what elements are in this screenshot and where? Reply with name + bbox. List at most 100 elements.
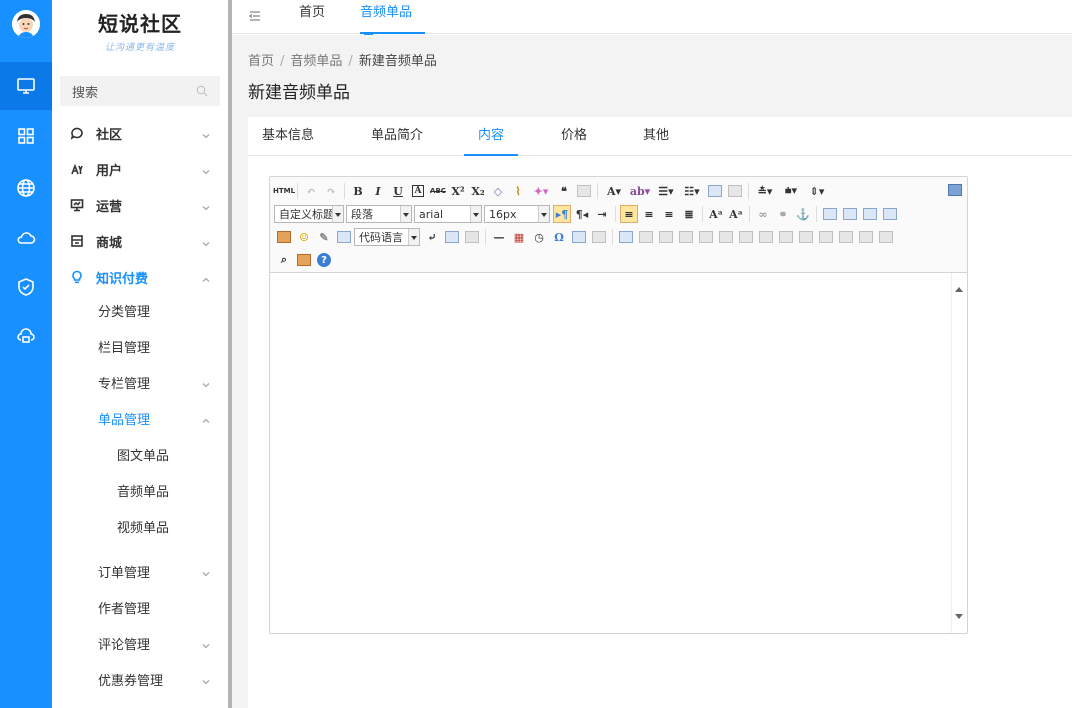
avatar[interactable]	[12, 10, 40, 38]
paragraph-select[interactable]: 段落	[346, 205, 412, 223]
scrawl-icon[interactable]: ✎	[315, 228, 333, 246]
paste-plain-icon[interactable]	[575, 182, 593, 200]
sub-item-authors[interactable]: 作者管理	[52, 589, 228, 625]
tab-intro[interactable]: 单品简介	[357, 117, 437, 156]
direction-ltr-icon[interactable]: ▸¶	[553, 205, 571, 223]
tab-basic-info[interactable]: 基本信息	[248, 117, 328, 156]
menu-item-store[interactable]: 商城	[52, 223, 228, 259]
redo-icon[interactable]: ↷	[322, 182, 340, 200]
clear-doc-icon[interactable]	[726, 182, 744, 200]
tab-price[interactable]: 价格	[547, 117, 601, 156]
format-brush-icon[interactable]: ⌇	[509, 182, 527, 200]
image-center-icon[interactable]	[881, 205, 899, 223]
emotion-icon[interactable]: ☺	[295, 228, 313, 246]
shield-icon[interactable]	[0, 263, 52, 311]
menu-item-community[interactable]: 社区	[52, 115, 228, 151]
strikethrough-icon[interactable]: ABC	[429, 182, 447, 200]
font-size-select[interactable]: 16px	[484, 205, 550, 223]
delete-col-icon[interactable]	[737, 228, 755, 246]
font-family-select[interactable]: arial	[414, 205, 482, 223]
code-language-select[interactable]: 代码语言	[354, 228, 420, 246]
sub-item-comments[interactable]: 评论管理	[52, 625, 228, 661]
lowercase-icon[interactable]: Aᵃ	[727, 205, 745, 223]
eraser-icon[interactable]: ◇	[489, 182, 507, 200]
date-icon[interactable]: ▦	[510, 228, 528, 246]
menu-item-knowledge-pay[interactable]: 知识付费	[52, 259, 228, 295]
sub-item-image-text[interactable]: 图文单品	[52, 436, 228, 472]
align-right-icon[interactable]: ≡	[660, 205, 678, 223]
align-justify-icon[interactable]: ≣	[680, 205, 698, 223]
help-icon[interactable]: ?	[315, 251, 333, 269]
split-cells-icon[interactable]	[817, 228, 835, 246]
merge-cells-icon[interactable]	[757, 228, 775, 246]
split-cols-icon[interactable]	[857, 228, 875, 246]
merge-down-icon[interactable]	[797, 228, 815, 246]
heading-select[interactable]: 自定义标题	[274, 205, 344, 223]
charts-icon[interactable]	[877, 228, 895, 246]
subscript-icon[interactable]: X₂	[469, 182, 487, 200]
breadcrumb-home[interactable]: 首页	[248, 54, 274, 69]
html-source-button[interactable]: HTML	[273, 182, 295, 200]
monitor-icon[interactable]	[0, 62, 52, 110]
cloud-print-icon[interactable]	[0, 312, 52, 360]
sub-item-orders[interactable]: 订单管理	[52, 553, 228, 589]
background-icon[interactable]	[463, 228, 481, 246]
special-chars-icon[interactable]: Ω	[550, 228, 568, 246]
insert-paragraph-before-table-icon[interactable]	[657, 228, 675, 246]
uppercase-icon[interactable]: Aᵃ	[707, 205, 725, 223]
image-none-icon[interactable]	[821, 205, 839, 223]
align-left-icon[interactable]: ≡	[620, 205, 638, 223]
superscript-icon[interactable]: X²	[449, 182, 467, 200]
time-icon[interactable]: ◷	[530, 228, 548, 246]
cloud-icon[interactable]	[0, 214, 52, 262]
merge-right-icon[interactable]	[777, 228, 795, 246]
bold-icon[interactable]: B	[349, 182, 367, 200]
insert-row-icon[interactable]	[677, 228, 695, 246]
menu-item-operations[interactable]: 运营	[52, 187, 228, 223]
insert-table-icon[interactable]	[617, 228, 635, 246]
undo-icon[interactable]: ↶	[302, 182, 320, 200]
underline-icon[interactable]: U	[389, 182, 407, 200]
insert-frame-icon[interactable]	[335, 228, 353, 246]
tab-home[interactable]: 首页	[299, 0, 325, 34]
globe-icon[interactable]	[0, 164, 52, 212]
horizontal-rule-icon[interactable]: —	[490, 228, 508, 246]
template-icon[interactable]	[443, 228, 461, 246]
page-break-icon[interactable]: ⤶	[423, 228, 441, 246]
scroll-up-icon[interactable]	[955, 283, 963, 292]
select-all-icon[interactable]	[706, 182, 724, 200]
menu-item-users[interactable]: 用户	[52, 151, 228, 187]
sub-item-single[interactable]: 单品管理	[52, 400, 228, 436]
scroll-down-icon[interactable]	[955, 614, 963, 623]
blockquote-icon[interactable]: ❝	[555, 182, 573, 200]
direction-rtl-icon[interactable]: ¶◂	[573, 205, 591, 223]
sub-item-column[interactable]: 栏目管理	[52, 328, 228, 364]
search-replace-icon[interactable]: ⌕	[275, 251, 293, 269]
sub-item-special[interactable]: 专栏管理	[52, 364, 228, 400]
auto-format-icon[interactable]: ✦▾	[529, 182, 553, 200]
insert-col-icon[interactable]	[717, 228, 735, 246]
delete-row-icon[interactable]	[697, 228, 715, 246]
highlight-color-icon[interactable]: ab▾	[628, 182, 652, 200]
grid-icon[interactable]	[0, 112, 52, 160]
insert-image-icon[interactable]	[275, 228, 293, 246]
wordimage-icon[interactable]	[570, 228, 588, 246]
tab-other[interactable]: 其他	[629, 117, 683, 156]
delete-table-icon[interactable]	[637, 228, 655, 246]
font-border-icon[interactable]: A	[409, 182, 427, 200]
align-center-icon[interactable]: ≡	[640, 205, 658, 223]
row-spacing-bottom-icon[interactable]: ⩧▾	[779, 182, 803, 200]
line-height-icon[interactable]: ⇕▾	[805, 182, 829, 200]
anchor-icon[interactable]: ⚓	[794, 205, 812, 223]
print-icon[interactable]	[295, 251, 313, 269]
editor-scrollbar[interactable]	[951, 273, 967, 633]
tab-audio-single[interactable]: 音频单品	[360, 0, 425, 43]
ordered-list-icon[interactable]: ☰▾	[654, 182, 678, 200]
row-spacing-top-icon[interactable]: ≛▾	[753, 182, 777, 200]
unlink-icon[interactable]: ⚭	[774, 205, 792, 223]
snapscreen-icon[interactable]	[590, 228, 608, 246]
image-right-icon[interactable]	[861, 205, 879, 223]
sub-item-audio[interactable]: 音频单品	[52, 472, 228, 508]
breadcrumb-parent[interactable]: 音频单品	[290, 54, 342, 69]
split-rows-icon[interactable]	[837, 228, 855, 246]
